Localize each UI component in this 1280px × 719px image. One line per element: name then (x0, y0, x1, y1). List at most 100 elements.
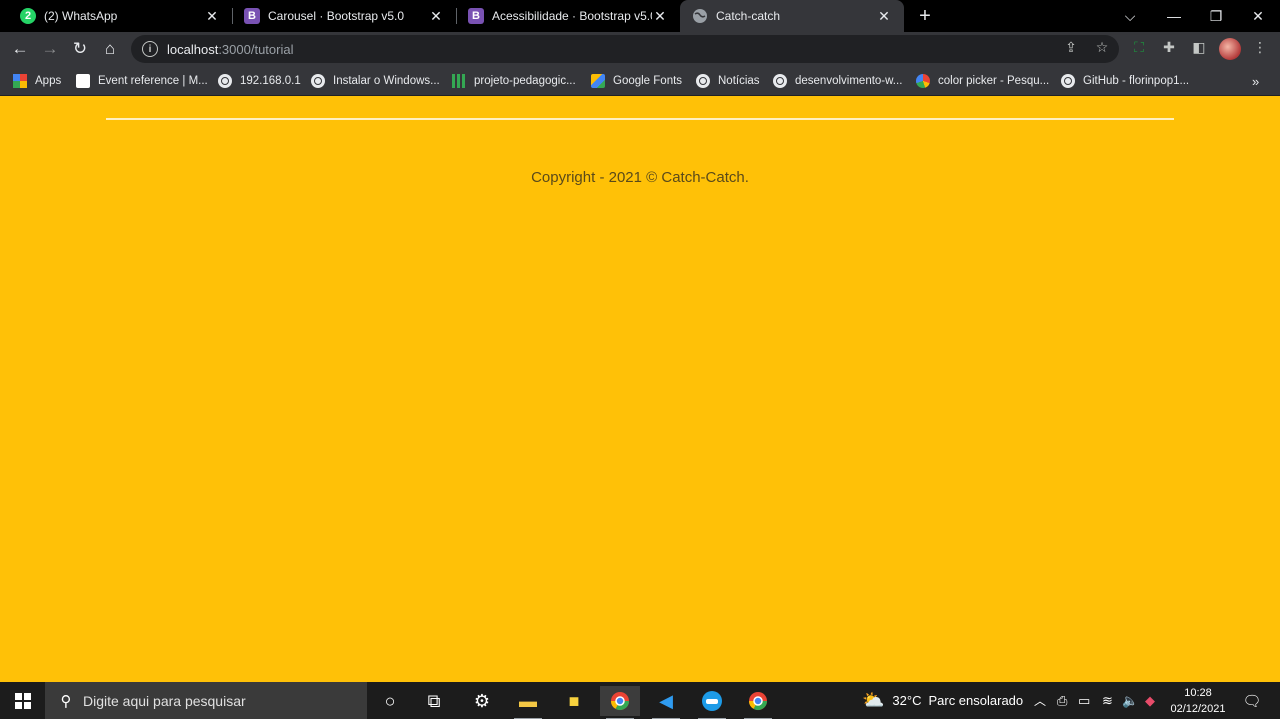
show-hidden-icons-chevron-icon[interactable]: ︿ (1034, 682, 1046, 719)
tab-title: Acessibilidade · Bootstrap v5.0 (492, 9, 652, 23)
weather-temp: 32°C (892, 693, 922, 708)
bookmark-label: Event reference | M... (98, 75, 208, 87)
bookmark-label: GitHub - florinpop1... (1083, 75, 1190, 87)
globe-icon (311, 74, 325, 88)
close-icon[interactable]: ✕ (652, 8, 668, 24)
close-icon[interactable]: ✕ (204, 8, 220, 24)
back-button[interactable]: ← (7, 36, 33, 62)
tab-title: Catch-catch (716, 9, 781, 23)
home-button[interactable]: ⌂ (97, 36, 123, 62)
globe-icon (773, 74, 787, 88)
vscode-icon[interactable]: ◀ (646, 686, 686, 719)
new-tab-button[interactable]: + (913, 4, 937, 28)
bookmark-google-fonts[interactable]: Google Fonts (591, 71, 682, 91)
bookmark-label: color picker - Pesqu... (938, 75, 1050, 87)
tab-acessibilidade[interactable]: B Acessibilidade · Bootstrap v5.0 ✕ (456, 0, 680, 32)
notification-center-icon[interactable]: 🗨 (1236, 682, 1268, 719)
close-window-button[interactable]: ✕ (1236, 0, 1280, 32)
chrome-profile-icon[interactable] (738, 686, 778, 719)
taskbar-search[interactable]: ⚲ Digite aqui para pesquisar (45, 682, 367, 719)
bookmark-event-reference[interactable]: Event reference | M... (76, 71, 208, 91)
bootstrap-icon: B (244, 8, 260, 24)
sticky-notes-icon[interactable]: ■ (554, 686, 594, 716)
globe-icon (1061, 74, 1075, 88)
minimize-button[interactable]: — (1152, 0, 1196, 32)
search-icon: ⚲ (60, 692, 72, 710)
grid-icon (452, 74, 466, 88)
restore-button[interactable]: ❐ (1194, 0, 1238, 32)
mdn-icon (76, 74, 90, 88)
bookmarks-overflow-icon[interactable]: » (1252, 71, 1259, 91)
start-button[interactable] (0, 682, 45, 719)
bootstrap-icon: B (468, 8, 484, 24)
bookmark-projeto-pedagogico[interactable]: projeto-pedagogic... (452, 71, 576, 91)
page-content: Copyright - 2021 © Catch-Catch. (0, 96, 1280, 682)
file-explorer-icon[interactable]: ▬ (508, 686, 548, 719)
url-text: localhost:3000/tutorial (167, 41, 294, 57)
whatsapp-icon: 2 (20, 8, 36, 24)
search-placeholder: Digite aqui para pesquisar (83, 692, 246, 709)
chrome-icon[interactable] (600, 686, 640, 719)
tab-strip: 2 (2) WhatsApp ✕ B Carousel · Bootstrap … (0, 0, 1280, 32)
globe-icon (218, 74, 232, 88)
bookmark-desenvolvimento[interactable]: desenvolvimento-w... (773, 71, 902, 91)
tab-whatsapp[interactable]: 2 (2) WhatsApp ✕ (8, 0, 232, 32)
google-fonts-icon (591, 74, 605, 88)
volume-icon[interactable]: 🔈 (1122, 682, 1138, 719)
browser-toolbar: ← → ↻ ⌂ i localhost:3000/tutorial ⇪ ☆ ⛶ … (0, 32, 1280, 66)
windows-logo-icon (14, 692, 31, 709)
clock-date: 02/12/2021 (1170, 703, 1226, 715)
app-tray-icon[interactable]: ◆ (1145, 682, 1155, 719)
docker-icon[interactable] (692, 686, 732, 719)
globe-icon (696, 74, 710, 88)
bookmark-router[interactable]: 192.168.0.1 (218, 71, 301, 91)
bookmark-github[interactable]: GitHub - florinpop1... (1061, 71, 1189, 91)
globe-icon (692, 8, 708, 24)
site-info-icon[interactable]: i (142, 41, 158, 57)
clock-time: 10:28 (1184, 687, 1212, 699)
battery-icon[interactable]: ▭ (1078, 682, 1090, 719)
close-icon[interactable]: ✕ (876, 8, 892, 24)
bookmark-color-picker[interactable]: color picker - Pesqu... (916, 71, 1049, 91)
tab-title: Carousel · Bootstrap v5.0 (268, 9, 405, 23)
tab-carousel[interactable]: B Carousel · Bootstrap v5.0 ✕ (232, 0, 456, 32)
bookmarks-bar: Apps Event reference | M... 192.168.0.1 … (0, 66, 1280, 96)
wifi-icon[interactable]: ≋ (1102, 682, 1113, 719)
partly-sunny-icon: ⛅ (862, 690, 885, 710)
system-clock[interactable]: 10:28 02/12/2021 (1166, 685, 1230, 717)
settings-gear-icon[interactable]: ⚙ (462, 686, 502, 716)
weather-description: Parc ensolarado (928, 693, 1024, 708)
forward-button[interactable]: → (37, 36, 63, 62)
copyright-text: Copyright - 2021 © Catch-Catch. (531, 169, 749, 186)
bookmark-label: Instalar o Windows... (333, 75, 440, 87)
footer-divider (106, 118, 1174, 120)
weather-widget[interactable]: ⛅ 32°C Parc ensolarado (862, 682, 1023, 719)
bookmark-apps[interactable]: Apps (13, 71, 61, 91)
cortana-icon[interactable]: ○ (370, 686, 410, 716)
reload-button[interactable]: ↻ (67, 36, 93, 62)
close-icon[interactable]: ✕ (428, 8, 444, 24)
extensions-puzzle-icon[interactable]: ✚ (1160, 38, 1178, 56)
bookmark-label: 192.168.0.1 (240, 75, 301, 87)
bookmark-star-icon[interactable]: ☆ (1093, 38, 1111, 56)
bookmark-label: projeto-pedagogic... (474, 75, 576, 87)
menu-kebab-icon[interactable]: ⋮ (1251, 38, 1269, 56)
windows-taskbar: ⚲ Digite aqui para pesquisar ○ ⧉ ⚙ ▬ ■ ◀… (0, 682, 1280, 719)
extension-green-icon[interactable]: ⛶ (1130, 38, 1148, 56)
bookmark-noticias[interactable]: Notícias (696, 71, 760, 91)
bookmark-label: Google Fonts (613, 75, 683, 87)
bookmark-label: Notícias (718, 75, 760, 87)
side-panel-icon[interactable]: ◧ (1190, 38, 1208, 56)
meet-now-icon[interactable]: ⎙ (1057, 682, 1067, 719)
tab-catch-catch[interactable]: Catch-catch ✕ (680, 0, 904, 32)
bookmark-label: desenvolvimento-w... (795, 75, 903, 87)
google-icon (916, 74, 930, 88)
bookmark-instalar-windows[interactable]: Instalar o Windows... (311, 71, 440, 91)
address-bar[interactable]: i localhost:3000/tutorial (131, 35, 1119, 63)
tab-search-chevron-icon[interactable]: ⌵ (1108, 0, 1152, 32)
profile-avatar[interactable] (1219, 38, 1241, 60)
apps-grid-icon (13, 74, 27, 88)
task-view-icon[interactable]: ⧉ (414, 686, 454, 716)
bookmark-label: Apps (35, 75, 62, 87)
share-icon[interactable]: ⇪ (1062, 38, 1080, 56)
